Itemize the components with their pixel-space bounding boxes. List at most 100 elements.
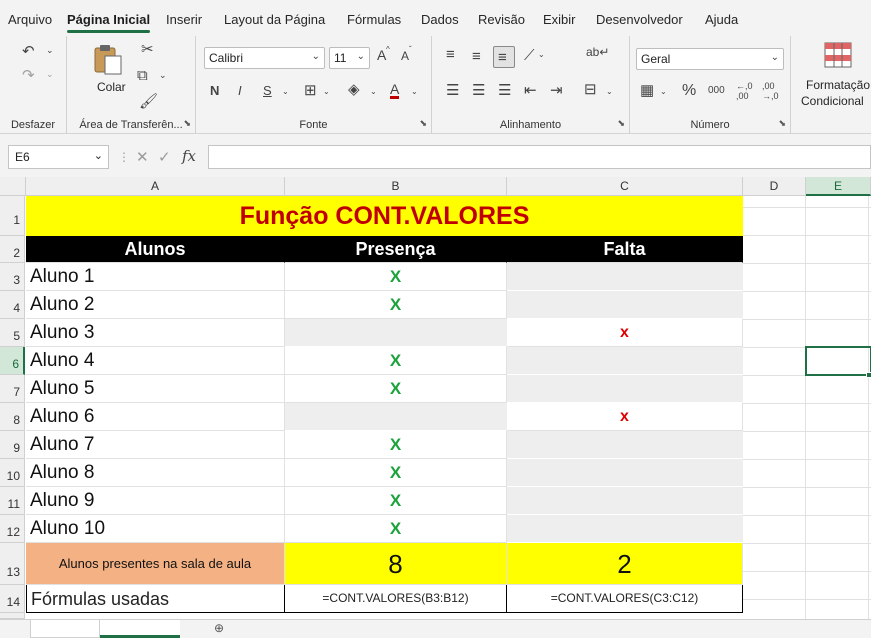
absence-cell[interactable] bbox=[507, 431, 743, 459]
presence-cell[interactable] bbox=[285, 403, 507, 431]
increase-indent-icon[interactable]: ⇥ bbox=[550, 83, 563, 98]
presence-cell[interactable]: X bbox=[285, 459, 507, 487]
absence-cell[interactable] bbox=[507, 347, 743, 375]
tab-ajuda[interactable]: Ajuda bbox=[705, 12, 738, 27]
row-header-11[interactable]: 11 bbox=[0, 487, 25, 515]
presence-cell[interactable]: X bbox=[285, 431, 507, 459]
increase-decimal-button[interactable]: ←,0 ,00 bbox=[736, 81, 758, 101]
absence-cell[interactable] bbox=[507, 263, 743, 291]
row-header-4[interactable]: 4 bbox=[0, 291, 25, 319]
enter-icon[interactable]: ✓ bbox=[158, 148, 171, 166]
name-box[interactable]: E6 ⌄ bbox=[8, 145, 109, 169]
row-header-1[interactable]: 1 bbox=[0, 196, 25, 236]
row-header-10[interactable]: 10 bbox=[0, 459, 25, 487]
presence-cell[interactable]: X bbox=[285, 347, 507, 375]
student-name-cell[interactable]: Aluno 7 bbox=[26, 431, 285, 459]
align-left-icon[interactable]: ☰ bbox=[446, 83, 459, 98]
wrap-text-icon[interactable]: ab↵ bbox=[586, 46, 609, 58]
presence-cell[interactable]: X bbox=[285, 375, 507, 403]
orientation-dropdown-icon[interactable]: ⌄ bbox=[538, 51, 545, 59]
column-header-c[interactable]: C bbox=[507, 177, 743, 196]
tab-revisao[interactable]: Revisão bbox=[478, 12, 525, 27]
absence-cell[interactable]: x bbox=[507, 319, 743, 347]
font-color-icon[interactable]: A bbox=[390, 82, 400, 99]
decrease-decimal-button[interactable]: ,00 →,0 bbox=[762, 81, 784, 101]
copy-icon[interactable]: ⧉ bbox=[137, 68, 148, 83]
row-header-12[interactable]: 12 bbox=[0, 515, 25, 543]
borders-icon[interactable]: ⊞ bbox=[304, 83, 317, 98]
tab-exibir[interactable]: Exibir bbox=[543, 12, 576, 27]
row-header-8[interactable]: 8 bbox=[0, 403, 25, 431]
student-name-cell[interactable]: Aluno 6 bbox=[26, 403, 285, 431]
align-right-icon[interactable]: ☰ bbox=[498, 83, 511, 98]
student-name-cell[interactable]: Aluno 1 bbox=[26, 263, 285, 291]
font-name-select[interactable]: Calibri ⌄ bbox=[204, 47, 325, 69]
tab-inserir[interactable]: Inserir bbox=[166, 12, 202, 27]
alignment-launcher-icon[interactable]: ⬊ bbox=[617, 118, 625, 129]
insert-function-icon[interactable]: fx bbox=[182, 147, 196, 165]
absence-cell[interactable]: x bbox=[507, 403, 743, 431]
sheet-tab-active[interactable] bbox=[100, 620, 180, 638]
presence-cell[interactable]: X bbox=[285, 263, 507, 291]
row-header-6[interactable]: 6 bbox=[0, 347, 25, 375]
student-name-cell[interactable]: Aluno 4 bbox=[26, 347, 285, 375]
redo-dropdown-icon[interactable]: ⌄ bbox=[46, 70, 54, 79]
presence-cell[interactable]: X bbox=[285, 291, 507, 319]
tab-pagina-inicial[interactable]: Página Inicial bbox=[67, 12, 151, 33]
merge-center-icon[interactable]: ⊟ bbox=[584, 82, 597, 97]
row-header-7[interactable]: 7 bbox=[0, 375, 25, 403]
formula-input[interactable] bbox=[208, 145, 871, 169]
thousands-separator-button[interactable]: 000 bbox=[708, 86, 725, 96]
sheet-tab-blank[interactable] bbox=[30, 620, 100, 638]
formula-absence-cell[interactable]: =CONT.VALORES(C3:C12) bbox=[507, 585, 743, 613]
sheet-title[interactable]: Função CONT.VALORES bbox=[26, 196, 743, 236]
summary-label-cell[interactable]: Alunos presentes na sala de aula bbox=[26, 543, 285, 585]
absence-cell[interactable] bbox=[507, 515, 743, 543]
fill-color-icon[interactable]: ◈ bbox=[348, 82, 360, 97]
accounting-dropdown-icon[interactable]: ⌄ bbox=[660, 88, 667, 96]
row-header-5[interactable]: 5 bbox=[0, 319, 25, 347]
font-launcher-icon[interactable]: ⬊ bbox=[419, 118, 427, 129]
student-name-cell[interactable]: Aluno 10 bbox=[26, 515, 285, 543]
formula-presence-cell[interactable]: =CONT.VALORES(B3:B12) bbox=[285, 585, 507, 613]
align-center-icon[interactable]: ☰ bbox=[472, 83, 485, 98]
tab-dados[interactable]: Dados bbox=[421, 12, 459, 27]
absence-cell[interactable] bbox=[507, 459, 743, 487]
redo-icon[interactable]: ↷ bbox=[22, 68, 35, 83]
percent-button[interactable]: % bbox=[682, 83, 696, 99]
font-color-dropdown-icon[interactable]: ⌄ bbox=[411, 88, 418, 96]
undo-icon[interactable]: ↶ bbox=[22, 44, 35, 59]
column-header-a[interactable]: A bbox=[26, 177, 285, 196]
column-header-e[interactable]: E bbox=[806, 177, 871, 196]
row-header-9[interactable]: 9 bbox=[0, 431, 25, 459]
decrease-indent-icon[interactable]: ⇤ bbox=[524, 83, 537, 98]
tab-layout-da-pagina[interactable]: Layout da Página bbox=[224, 12, 325, 27]
student-name-cell[interactable]: Aluno 9 bbox=[26, 487, 285, 515]
orientation-icon[interactable]: ⟋ bbox=[524, 48, 535, 63]
row-header-13[interactable]: 13 bbox=[0, 543, 25, 585]
bold-button[interactable]: N bbox=[210, 84, 219, 97]
font-size-select[interactable]: 11 ⌄ bbox=[329, 47, 370, 69]
undo-dropdown-icon[interactable]: ⌄ bbox=[46, 46, 54, 55]
clipboard-launcher-icon[interactable]: ⬊ bbox=[183, 118, 191, 129]
number-format-select[interactable]: Geral ⌄ bbox=[636, 48, 784, 70]
tab-desenvolvedor[interactable]: Desenvolvedor bbox=[596, 12, 683, 27]
format-painter-icon[interactable]: 🖌 bbox=[139, 94, 158, 109]
add-sheet-icon[interactable]: ⊕ bbox=[214, 621, 224, 635]
grow-font-icon[interactable]: A bbox=[377, 48, 386, 62]
student-name-cell[interactable]: Aluno 5 bbox=[26, 375, 285, 403]
formulas-label-cell[interactable]: Fórmulas usadas bbox=[26, 585, 285, 613]
column-header-b[interactable]: B bbox=[285, 177, 507, 196]
italic-button[interactable]: I bbox=[238, 84, 242, 97]
summary-presence-cell[interactable]: 8 bbox=[285, 543, 507, 585]
presence-cell[interactable]: X bbox=[285, 487, 507, 515]
fill-dropdown-icon[interactable]: ⌄ bbox=[370, 88, 377, 96]
header-falta[interactable]: Falta bbox=[507, 236, 743, 263]
selected-cell-e6[interactable] bbox=[805, 346, 871, 376]
row-header-2[interactable]: 2 bbox=[0, 236, 25, 263]
row-header-3[interactable]: 3 bbox=[0, 263, 25, 291]
header-alunos[interactable]: Alunos bbox=[26, 236, 285, 263]
underline-button[interactable]: S bbox=[263, 84, 272, 97]
header-presenca[interactable]: Presença bbox=[285, 236, 507, 263]
row-header-14[interactable]: 14 bbox=[0, 585, 25, 613]
